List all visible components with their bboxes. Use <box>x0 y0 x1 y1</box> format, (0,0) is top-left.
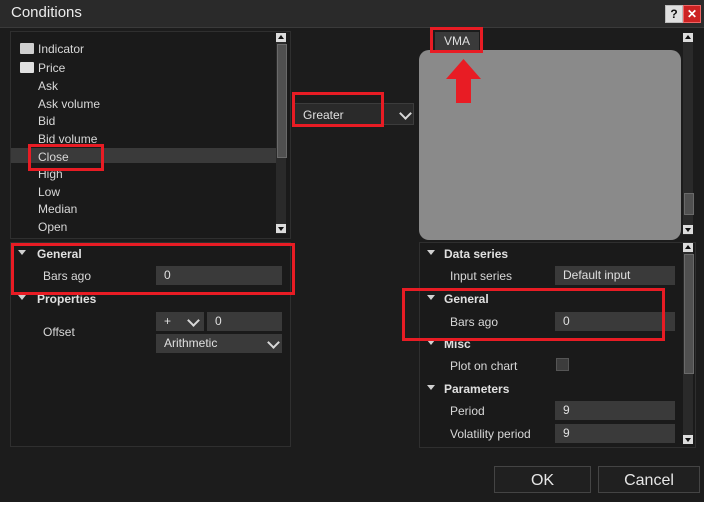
annotation-box <box>11 243 295 295</box>
scroll-down-icon[interactable] <box>683 435 693 444</box>
volatility-period-label: Volatility period <box>450 427 531 441</box>
parameters-header[interactable]: Parameters <box>444 382 509 396</box>
chevron-down-icon <box>187 314 200 327</box>
tree-item-median[interactable]: Median <box>38 202 77 216</box>
window-title: Conditions <box>11 4 82 21</box>
offset-operator-value: + <box>164 314 172 328</box>
collapse-triangle-icon[interactable] <box>18 295 26 300</box>
scroll-up-icon[interactable] <box>683 243 693 252</box>
chevron-down-icon <box>399 107 412 120</box>
folder-open-icon <box>20 62 34 73</box>
collapse-triangle-icon[interactable] <box>427 385 435 390</box>
title-bar[interactable]: Conditions ? ✕ <box>0 0 704 28</box>
collapse-triangle-icon[interactable] <box>427 250 435 255</box>
scroll-up-icon[interactable] <box>683 33 693 42</box>
tree-item-ask[interactable]: Ask <box>38 79 58 93</box>
conditions-dialog: Conditions ? ✕ Indicator Price Ask Ask v… <box>0 0 704 502</box>
scroll-down-icon[interactable] <box>683 225 693 234</box>
data-series-header[interactable]: Data series <box>444 247 508 261</box>
tree-item-indicator[interactable]: Indicator <box>38 42 84 56</box>
offset-value-field[interactable]: 0 <box>207 312 282 331</box>
annotation-box <box>292 92 384 127</box>
cancel-button[interactable]: Cancel <box>598 466 700 493</box>
period-field[interactable]: 9 <box>555 401 675 420</box>
tree-item-price[interactable]: Price <box>38 61 65 75</box>
chevron-down-icon <box>267 336 280 349</box>
folder-icon <box>20 43 34 54</box>
input-series-field[interactable]: Default input <box>555 266 675 285</box>
offset-operator-select[interactable]: + <box>156 312 204 331</box>
volatility-period-field[interactable]: 9 <box>555 424 675 443</box>
tree-item-open[interactable]: Open <box>38 220 67 234</box>
scroll-up-icon[interactable] <box>276 33 286 42</box>
offset-type-value: Arithmetic <box>164 336 218 350</box>
period-label: Period <box>450 404 485 418</box>
tree-item-ask-volume[interactable]: Ask volume <box>38 97 100 111</box>
tree-item-bid[interactable]: Bid <box>38 114 55 128</box>
annotation-box <box>402 288 665 341</box>
tree-item-low[interactable]: Low <box>38 185 60 199</box>
plot-on-chart-checkbox[interactable] <box>556 358 569 371</box>
ok-button[interactable]: OK <box>494 466 591 493</box>
right-top-scroll-thumb[interactable] <box>684 193 694 215</box>
offset-label: Offset <box>43 325 75 339</box>
tree-scroll-thumb[interactable] <box>277 44 287 158</box>
right-properties-scroll-thumb[interactable] <box>684 254 694 374</box>
up-arrow-icon <box>446 59 481 103</box>
plot-on-chart-label: Plot on chart <box>450 359 518 373</box>
annotation-box <box>28 144 104 171</box>
help-button[interactable]: ? <box>665 5 683 23</box>
annotation-box <box>430 27 483 53</box>
offset-type-select[interactable]: Arithmetic <box>156 334 282 353</box>
scroll-down-icon[interactable] <box>276 224 286 233</box>
close-button[interactable]: ✕ <box>683 5 701 23</box>
input-series-label: Input series <box>450 269 513 283</box>
